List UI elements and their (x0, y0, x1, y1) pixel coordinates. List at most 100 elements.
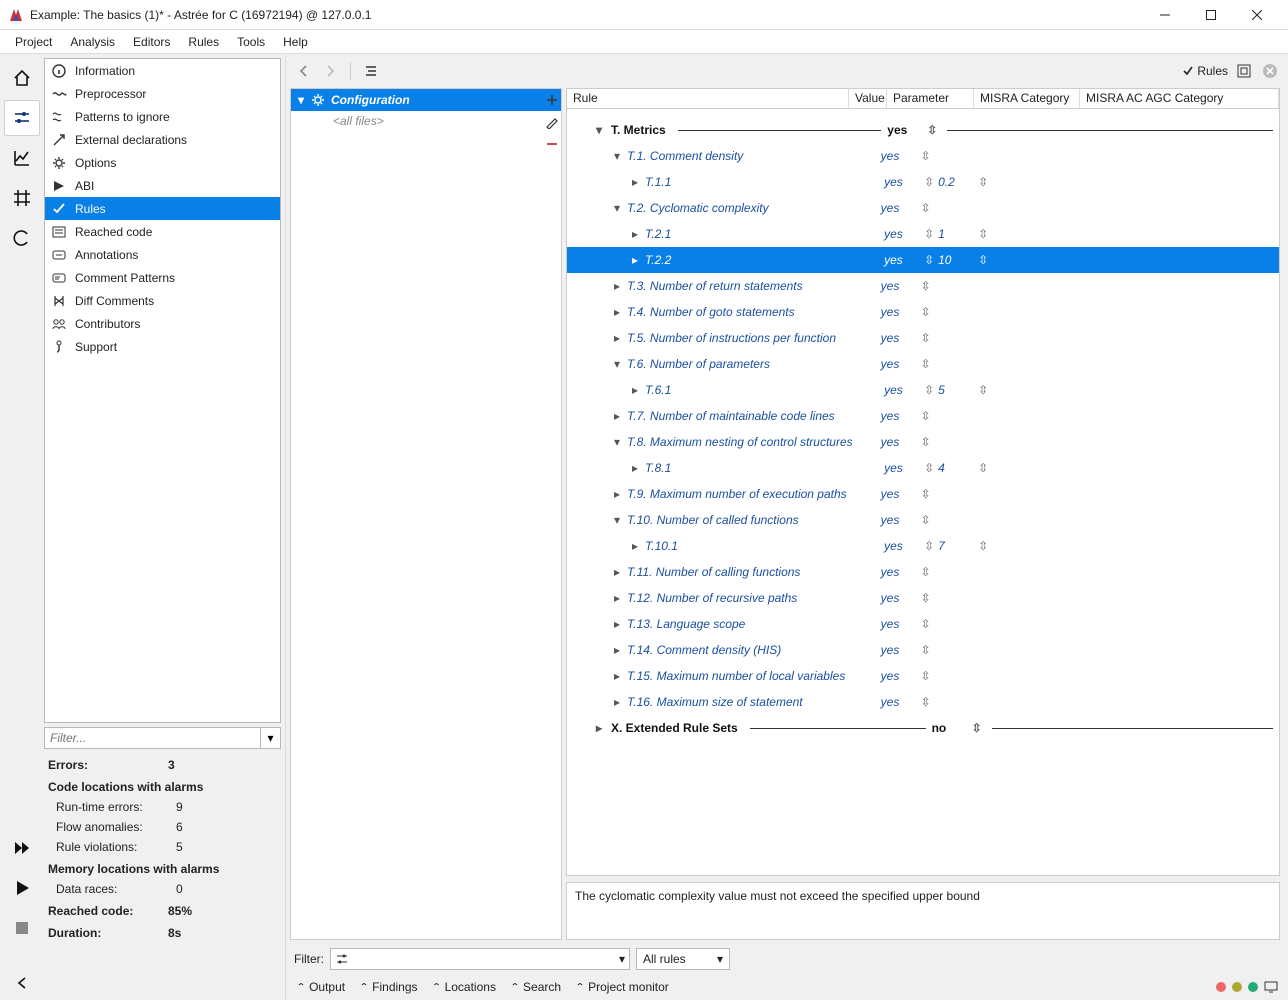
twisty-icon[interactable]: ▸ (611, 487, 623, 501)
rail-chart-icon[interactable] (4, 140, 40, 176)
nav-item-external-declarations[interactable]: External declarations (45, 128, 280, 151)
nav-back-icon[interactable] (294, 61, 314, 81)
rule-node[interactable]: ▸T.14. Comment density (HIS)yes⇳ (567, 637, 1279, 663)
rail-play-icon[interactable] (4, 870, 40, 906)
value-spinner-icon[interactable]: ⇳ (924, 383, 938, 397)
twisty-icon[interactable]: ▾ (611, 357, 623, 371)
tab-project-monitor[interactable]: Project monitor (575, 980, 669, 994)
twisty-icon[interactable]: ▸ (611, 669, 623, 683)
value-spinner-icon[interactable]: ⇳ (921, 695, 935, 709)
twisty-icon[interactable]: ▾ (611, 149, 623, 163)
rule-section[interactable]: ▸X. Extended Rule Setsno⇳ (567, 715, 1279, 741)
col-param[interactable]: Parameter (887, 89, 974, 108)
rule-leaf[interactable]: ▸T.2.1yes⇳1⇳ (567, 221, 1279, 247)
rail-fastforward-icon[interactable] (4, 830, 40, 866)
rule-node[interactable]: ▸T.5. Number of instructions per functio… (567, 325, 1279, 351)
close-panel-icon[interactable] (1260, 61, 1280, 81)
twisty-icon[interactable]: ▾ (593, 123, 605, 137)
nav-filter-input[interactable] (44, 727, 261, 749)
tab-findings[interactable]: Findings (359, 980, 417, 994)
rule-leaf[interactable]: ▸T.2.2yes⇳10⇳ (567, 247, 1279, 273)
param-spinner-icon[interactable]: ⇳ (978, 253, 992, 267)
tab-locations[interactable]: Locations (432, 980, 496, 994)
nav-item-contributors[interactable]: Contributors (45, 312, 280, 335)
twisty-icon[interactable]: ▸ (629, 175, 641, 189)
value-spinner-icon[interactable]: ⇳ (921, 669, 935, 683)
twisty-icon[interactable]: ▸ (593, 721, 605, 735)
twisty-icon[interactable]: ▸ (629, 461, 641, 475)
rail-c-icon[interactable] (4, 220, 40, 256)
twisty-icon[interactable]: ▸ (611, 617, 623, 631)
value-spinner-icon[interactable]: ⇳ (921, 435, 935, 449)
twisty-icon[interactable]: ▸ (611, 565, 623, 579)
rules-tree[interactable]: ▾T. Metricsyes⇳▾T.1. Comment densityyes⇳… (567, 109, 1279, 875)
value-spinner-icon[interactable]: ⇳ (927, 123, 941, 137)
menu-tools[interactable]: Tools (228, 33, 274, 51)
config-header[interactable]: ▾ Configuration (291, 89, 561, 111)
fullscreen-icon[interactable] (1234, 61, 1254, 81)
rule-node[interactable]: ▾T.10. Number of called functionsyes⇳ (567, 507, 1279, 533)
twisty-icon[interactable]: ▾ (611, 513, 623, 527)
twisty-icon[interactable]: ▸ (629, 539, 641, 553)
col-rule[interactable]: Rule (567, 89, 849, 108)
rule-section[interactable]: ▾T. Metricsyes⇳ (567, 117, 1279, 143)
edit-icon[interactable] (545, 115, 559, 129)
rule-node[interactable]: ▾T.1. Comment densityyes⇳ (567, 143, 1279, 169)
rule-node[interactable]: ▸T.9. Maximum number of execution pathsy… (567, 481, 1279, 507)
value-spinner-icon[interactable]: ⇳ (921, 409, 935, 423)
nav-forward-icon[interactable] (320, 61, 340, 81)
tab-output[interactable]: Output (296, 980, 345, 994)
value-spinner-icon[interactable]: ⇳ (921, 305, 935, 319)
menu-project[interactable]: Project (6, 33, 61, 51)
param-spinner-icon[interactable]: ⇳ (978, 227, 992, 241)
twisty-icon[interactable]: ▸ (611, 331, 623, 345)
value-spinner-icon[interactable]: ⇳ (921, 591, 935, 605)
nav-item-reached-code[interactable]: Reached code (45, 220, 280, 243)
nav-item-support[interactable]: Support (45, 335, 280, 358)
rail-home-icon[interactable] (4, 60, 40, 96)
menu-analysis[interactable]: Analysis (61, 33, 124, 51)
rule-node[interactable]: ▸T.12. Number of recursive pathsyes⇳ (567, 585, 1279, 611)
twisty-icon[interactable]: ▸ (611, 279, 623, 293)
value-spinner-icon[interactable]: ⇳ (924, 253, 938, 267)
tab-search[interactable]: Search (510, 980, 561, 994)
param-spinner-icon[interactable]: ⇳ (978, 383, 992, 397)
value-spinner-icon[interactable]: ⇳ (921, 643, 935, 657)
menu-help[interactable]: Help (274, 33, 317, 51)
rail-stop-icon[interactable] (4, 910, 40, 946)
close-button[interactable] (1234, 0, 1280, 30)
twisty-icon[interactable]: ▾ (611, 435, 623, 449)
twisty-icon[interactable]: ▸ (611, 305, 623, 319)
rule-leaf[interactable]: ▸T.8.1yes⇳4⇳ (567, 455, 1279, 481)
value-spinner-icon[interactable]: ⇳ (924, 175, 938, 189)
rule-node[interactable]: ▸T.7. Number of maintainable code linesy… (567, 403, 1279, 429)
twisty-icon[interactable]: ▸ (611, 591, 623, 605)
nav-item-comment-patterns[interactable]: Comment Patterns (45, 266, 280, 289)
rule-node[interactable]: ▸T.13. Language scopeyes⇳ (567, 611, 1279, 637)
value-spinner-icon[interactable]: ⇳ (921, 565, 935, 579)
rule-node[interactable]: ▸T.4. Number of goto statementsyes⇳ (567, 299, 1279, 325)
rail-back-icon[interactable] (4, 970, 40, 996)
value-spinner-icon[interactable]: ⇳ (924, 461, 938, 475)
rule-leaf[interactable]: ▸T.10.1yes⇳7⇳ (567, 533, 1279, 559)
rule-leaf[interactable]: ▸T.6.1yes⇳5⇳ (567, 377, 1279, 403)
nav-item-options[interactable]: Options (45, 151, 280, 174)
rule-node[interactable]: ▾T.6. Number of parametersyes⇳ (567, 351, 1279, 377)
value-spinner-icon[interactable]: ⇳ (921, 487, 935, 501)
nav-item-diff-comments[interactable]: Diff Comments (45, 289, 280, 312)
twisty-icon[interactable]: ▸ (629, 383, 641, 397)
allrules-combo[interactable]: All rules▾ (636, 948, 730, 970)
nav-item-information[interactable]: Information (45, 59, 280, 82)
config-all-files[interactable]: <all files> (291, 111, 561, 128)
rules-toggle[interactable]: Rules (1182, 64, 1228, 78)
remove-icon[interactable] (545, 137, 559, 151)
rule-node[interactable]: ▸T.3. Number of return statementsyes⇳ (567, 273, 1279, 299)
nav-item-annotations[interactable]: Annotations (45, 243, 280, 266)
twisty-icon[interactable]: ▸ (611, 695, 623, 709)
menu-editors[interactable]: Editors (124, 33, 179, 51)
nav-item-preprocessor[interactable]: Preprocessor (45, 82, 280, 105)
rule-node[interactable]: ▸T.11. Number of calling functionsyes⇳ (567, 559, 1279, 585)
rule-node[interactable]: ▸T.15. Maximum number of local variables… (567, 663, 1279, 689)
nav-item-patterns-to-ignore[interactable]: Patterns to ignore (45, 105, 280, 128)
rail-grid-icon[interactable] (4, 180, 40, 216)
